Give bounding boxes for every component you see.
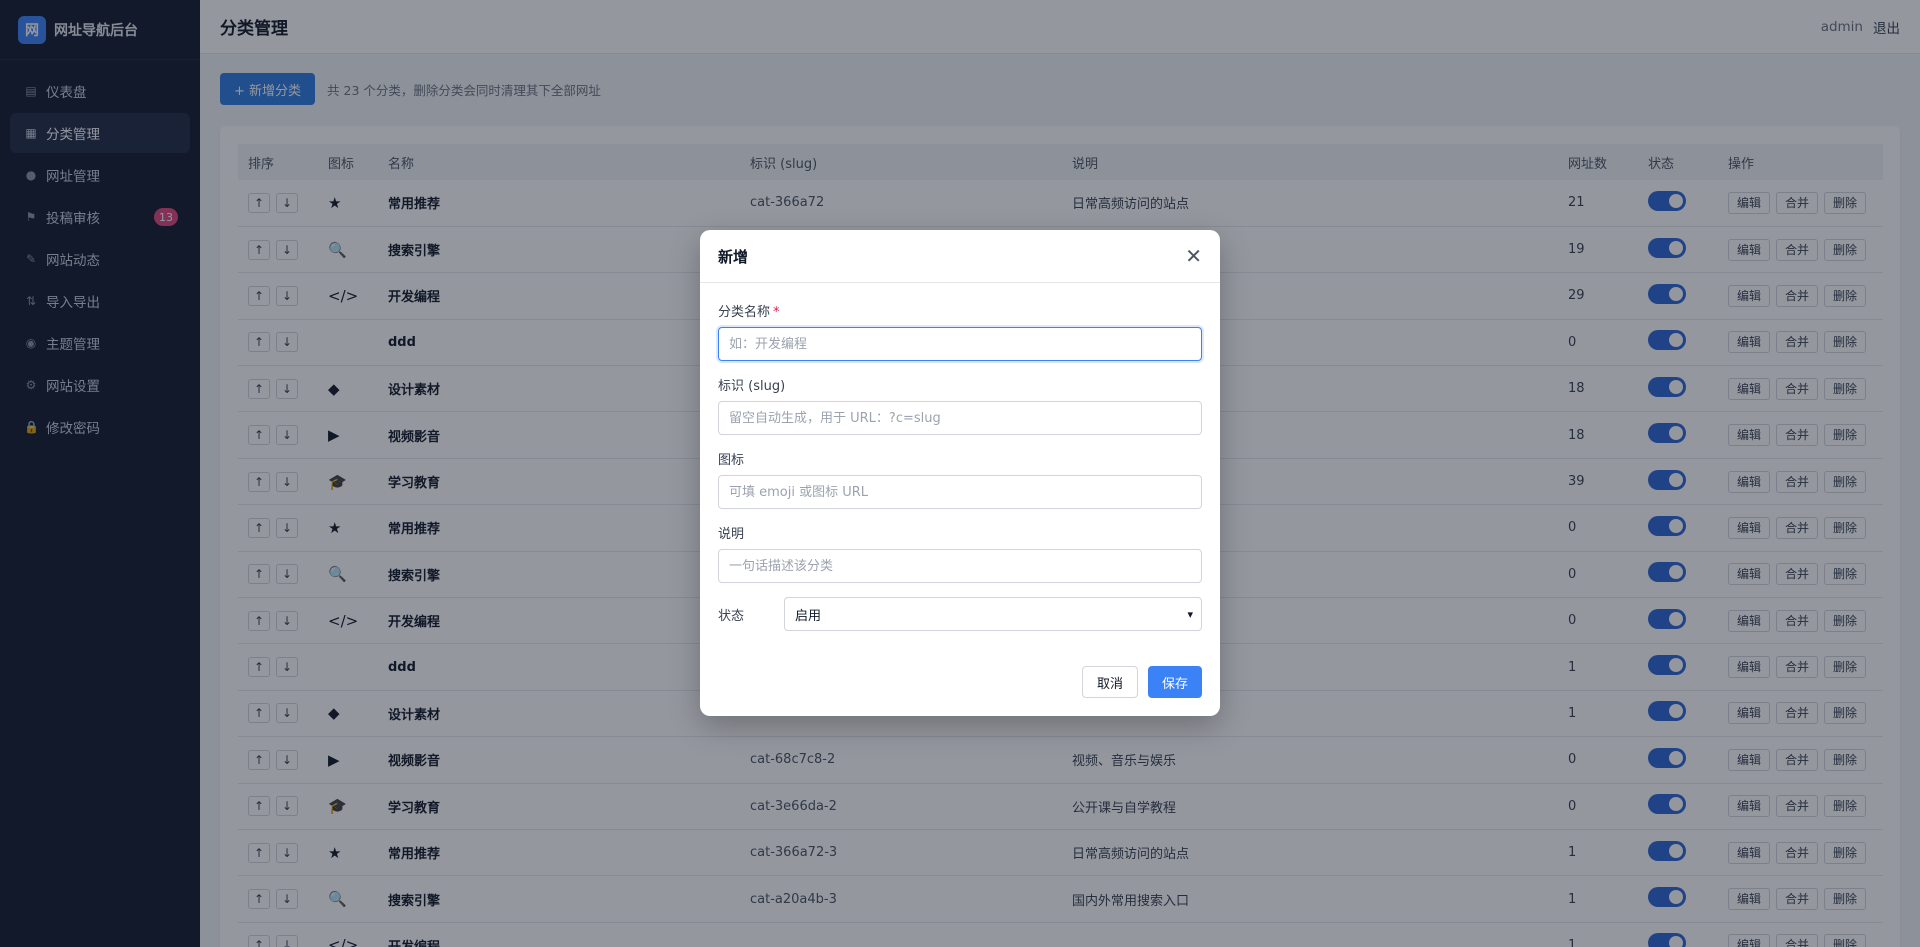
dialog-header: 新增 [700,230,1220,283]
dialog-title: 新增 [718,247,749,266]
category-name-label-text: 分类名称 [718,305,771,320]
description-label: 说明 [718,527,745,542]
category-name-label: 分类名称 * [718,301,1202,320]
status-select[interactable]: 启用 ▾ [784,597,1202,631]
dialog-footer: 取消 保存 [1081,666,1202,698]
chevron-down-icon: ▾ [1187,607,1193,621]
slug-label: 标识 (slug) [718,379,786,394]
category-name-input[interactable] [718,327,1202,361]
slug-input[interactable] [718,401,1202,435]
status-selected-value: 启用 [795,608,822,624]
status-row: 状态 启用 ▾ [718,597,1202,631]
required-mark: * [773,305,780,320]
icon-label: 图标 [718,453,745,468]
close-icon[interactable]: ✕ [1185,246,1202,266]
description-input[interactable] [718,549,1202,583]
icon-input[interactable] [718,475,1202,509]
add-category-dialog: 新增 ✕ 分类名称* 标识 (slug) 图标 说明 状态 启用 ▾ 取消 保存 [700,230,1220,716]
save-button[interactable]: 保存 [1147,666,1202,698]
status-label: 状态 [718,608,745,624]
cancel-button[interactable]: 取消 [1081,666,1138,698]
dialog-body: 分类名称* 标识 (slug) 图标 说明 状态 启用 ▾ [700,283,1220,631]
